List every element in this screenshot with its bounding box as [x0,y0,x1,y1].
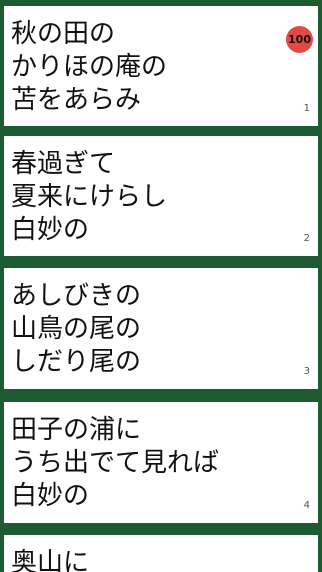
poem-card-5[interactable]: 奥山に [4,535,318,572]
poem-line: 苫をあらみ [11,85,142,115]
poem-line: 夏来にけらし [11,182,168,212]
poem-line: 白妙の [11,215,90,245]
poem-lines: あしびきの 山鳥の尾の しだり尾の [11,280,141,379]
poem-card-3[interactable]: あしびきの 山鳥の尾の しだり尾の 3 [4,268,318,389]
poem-line: 秋の田の [11,19,116,49]
poem-lines: 奥山に [11,547,89,572]
count-badge: 100 [286,26,313,53]
card-number: 2 [303,233,310,244]
card-number: 1 [303,103,310,114]
poem-lines: 春過ぎて 夏来にけらし 白妙の [11,148,167,247]
poem-line: うち出でて見れば [11,448,220,478]
poem-line: 白妙の [11,481,90,511]
poem-card-2[interactable]: 春過ぎて 夏来にけらし 白妙の 2 [4,136,318,256]
poem-lines: 田子の浦に うち出でて見れば 白妙の [11,414,219,513]
poem-lines: 秋の田の かりほの庵の 苫をあらみ [11,18,167,117]
poem-line: しだり尾の [11,347,142,377]
poem-line: かりほの庵の [11,52,168,82]
poem-line: 春過ぎて [11,149,116,179]
card-list[interactable]: 秋の田の かりほの庵の 苫をあらみ 100 1 春過ぎて 夏来にけらし 白妙の … [0,0,322,572]
poem-line: 奥山に [11,548,90,572]
poem-line: 山鳥の尾の [11,314,142,344]
poem-card-4[interactable]: 田子の浦に うち出でて見れば 白妙の 4 [4,402,318,523]
poem-line: あしびきの [11,281,142,311]
card-number: 4 [303,500,310,511]
poem-line: 田子の浦に [11,415,142,445]
poem-card-1[interactable]: 秋の田の かりほの庵の 苫をあらみ 100 1 [4,6,318,126]
card-number: 3 [303,366,310,377]
